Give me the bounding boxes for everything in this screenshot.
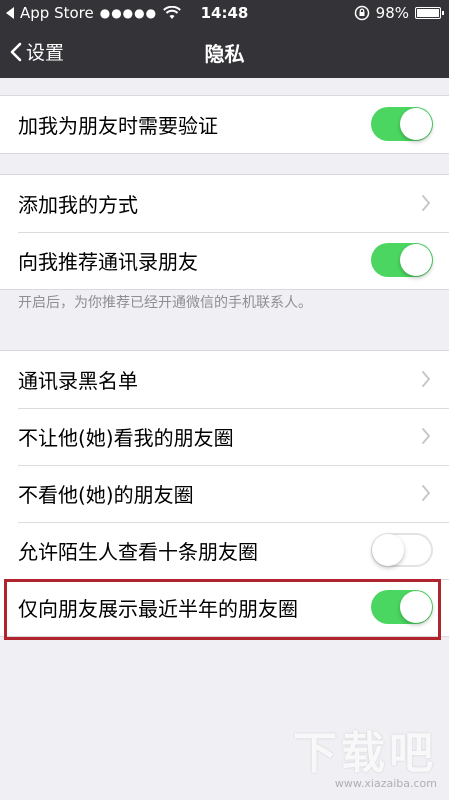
settings-group-discovery: 添加我的方式 向我推荐通讯录朋友 xyxy=(0,174,449,290)
chevron-right-icon xyxy=(422,428,430,444)
toggle-knob xyxy=(400,591,432,623)
chevron-right-icon xyxy=(422,485,430,501)
settings-row-half-year-moments: 仅向朋友展示最近半年的朋友圈 xyxy=(0,579,449,636)
toggle-knob xyxy=(400,108,432,140)
settings-row-hide-their-moments[interactable]: 不看他(她)的朋友圈 xyxy=(0,465,449,522)
status-right: 98% xyxy=(354,4,444,22)
friend-verification-toggle[interactable] xyxy=(371,107,433,141)
watermark-logo: 下载吧 xyxy=(293,728,437,779)
settings-row-hide-my-moments[interactable]: 不让他(她)看我的朋友圈 xyxy=(0,408,449,465)
recommend-contacts-toggle[interactable] xyxy=(371,243,433,277)
row-label: 添加我的方式 xyxy=(18,193,138,217)
row-label: 加我为朋友时需要验证 xyxy=(18,114,218,138)
row-label: 向我推荐通讯录朋友 xyxy=(18,250,198,274)
row-label: 不看他(她)的朋友圈 xyxy=(18,483,194,507)
settings-row-recommend-contacts: 向我推荐通讯录朋友 xyxy=(0,232,449,289)
toggle-knob xyxy=(372,534,404,566)
strangers-view-ten-toggle[interactable] xyxy=(371,533,433,567)
recommend-contacts-footnote: 开启后，为你推荐已经开通微信的手机联系人。 xyxy=(18,295,312,311)
toggle-knob xyxy=(400,244,432,276)
status-bar: App Store ●●●●● 14:48 98% xyxy=(0,0,449,26)
settings-row-add-methods[interactable]: 添加我的方式 xyxy=(0,175,449,232)
settings-group-verification: 加我为朋友时需要验证 xyxy=(0,95,449,154)
rotation-lock-icon xyxy=(354,5,369,21)
settings-row-blocked-list[interactable]: 通讯录黑名单 xyxy=(0,351,449,408)
battery-percent: 98% xyxy=(375,4,409,22)
row-label: 仅向朋友展示最近半年的朋友圈 xyxy=(18,597,298,621)
half-year-moments-toggle[interactable] xyxy=(371,590,433,624)
navigation-bar: 设置 隐私 xyxy=(0,26,449,78)
settings-group-moments: 通讯录黑名单 不让他(她)看我的朋友圈 不看他(她)的朋友圈 允许陌生人查看十条… xyxy=(0,350,449,637)
chevron-right-icon xyxy=(422,195,430,211)
row-label: 通讯录黑名单 xyxy=(18,369,138,393)
chevron-right-icon xyxy=(422,371,430,387)
battery-icon xyxy=(415,7,444,19)
settings-row-strangers-view-ten: 允许陌生人查看十条朋友圈 xyxy=(0,522,449,579)
row-label: 不让他(她)看我的朋友圈 xyxy=(18,426,234,450)
watermark: 下载吧 www.xiazaiba.com xyxy=(293,717,437,790)
settings-row-friend-verification: 加我为朋友时需要验证 xyxy=(0,96,449,153)
page-title: 隐私 xyxy=(204,42,245,66)
row-label: 允许陌生人查看十条朋友圈 xyxy=(18,540,258,564)
